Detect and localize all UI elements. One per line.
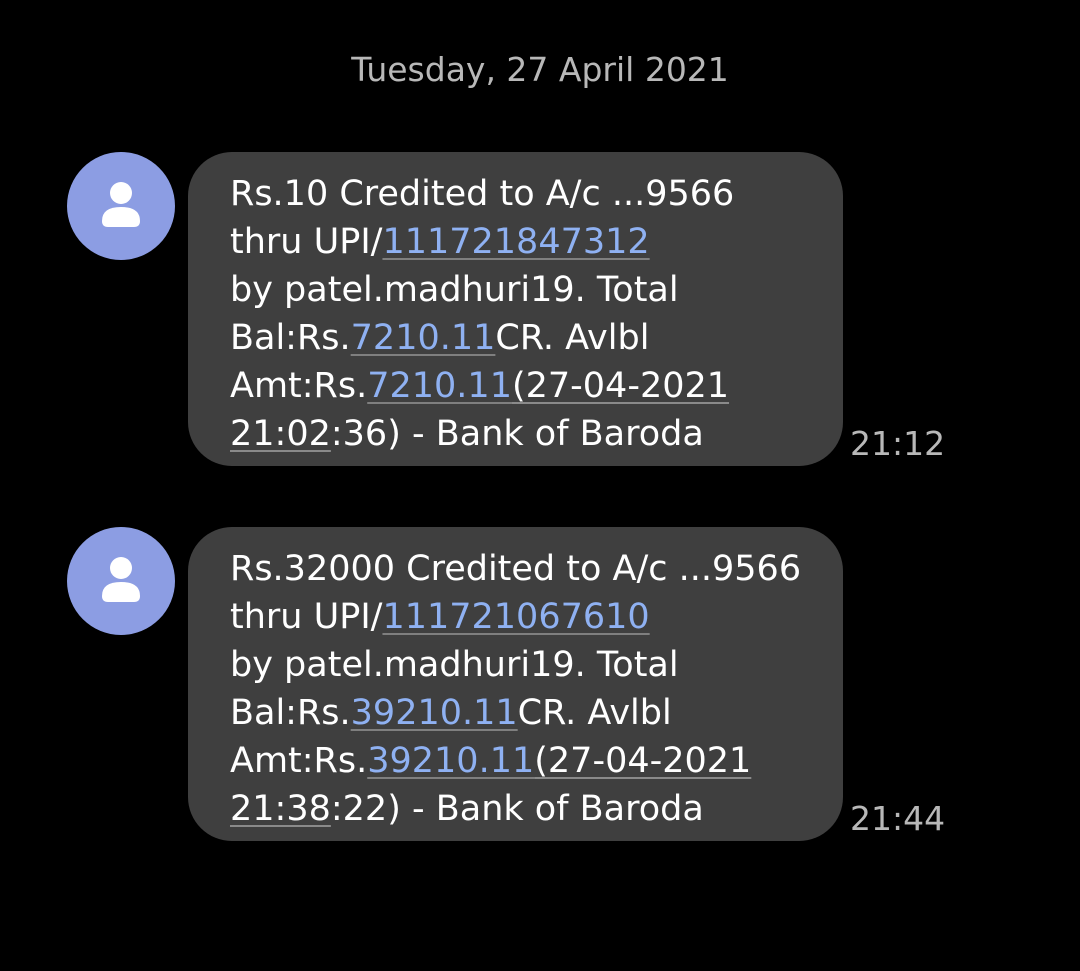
- available-amount-link[interactable]: 7210.11: [367, 366, 512, 406]
- message-line: thru UPI/111721847312: [230, 222, 650, 262]
- person-icon: [102, 182, 140, 227]
- message-bubble[interactable]: Rs.10 Credited to A/c ...9566 thru UPI/1…: [188, 152, 843, 466]
- message-line: Rs.32000 Credited to A/c ...9566: [230, 549, 802, 589]
- message-line: thru UPI/111721067610: [230, 597, 650, 637]
- message-line: by patel.madhuri19. Total: [230, 645, 679, 685]
- message-line: Amt:Rs.7210.11(27-04-2021: [230, 366, 730, 406]
- message-line: Amt:Rs.39210.11(27-04-2021: [230, 741, 752, 781]
- balance-amount-link[interactable]: 7210.11: [351, 318, 496, 358]
- date-link[interactable]: (27-04-2021: [534, 741, 751, 781]
- message-line: 21:02:36) - Bank of Baroda: [230, 414, 704, 454]
- person-icon: [102, 557, 140, 602]
- available-amount-link[interactable]: 39210.11: [367, 741, 534, 781]
- time-link[interactable]: 21:02: [230, 414, 331, 454]
- message-line: Bal:Rs.7210.11CR. Avlbl: [230, 318, 650, 358]
- message-time: 21:12: [850, 424, 946, 463]
- message-line: Rs.10 Credited to A/c ...9566: [230, 174, 735, 214]
- contact-avatar[interactable]: [67, 527, 175, 635]
- time-link[interactable]: 21:38: [230, 789, 331, 829]
- message-line: 21:38:22) - Bank of Baroda: [230, 789, 704, 829]
- message-line: by patel.madhuri19. Total: [230, 270, 679, 310]
- contact-avatar[interactable]: [67, 152, 175, 260]
- date-header: Tuesday, 27 April 2021: [351, 50, 729, 89]
- message-line: Bal:Rs.39210.11CR. Avlbl: [230, 693, 672, 733]
- message-time: 21:44: [850, 799, 946, 838]
- message-bubble[interactable]: Rs.32000 Credited to A/c ...9566 thru UP…: [188, 527, 843, 841]
- upi-reference-link[interactable]: 111721067610: [382, 597, 649, 637]
- upi-reference-link[interactable]: 111721847312: [382, 222, 649, 262]
- balance-amount-link[interactable]: 39210.11: [351, 693, 518, 733]
- date-link[interactable]: (27-04-2021: [512, 366, 729, 406]
